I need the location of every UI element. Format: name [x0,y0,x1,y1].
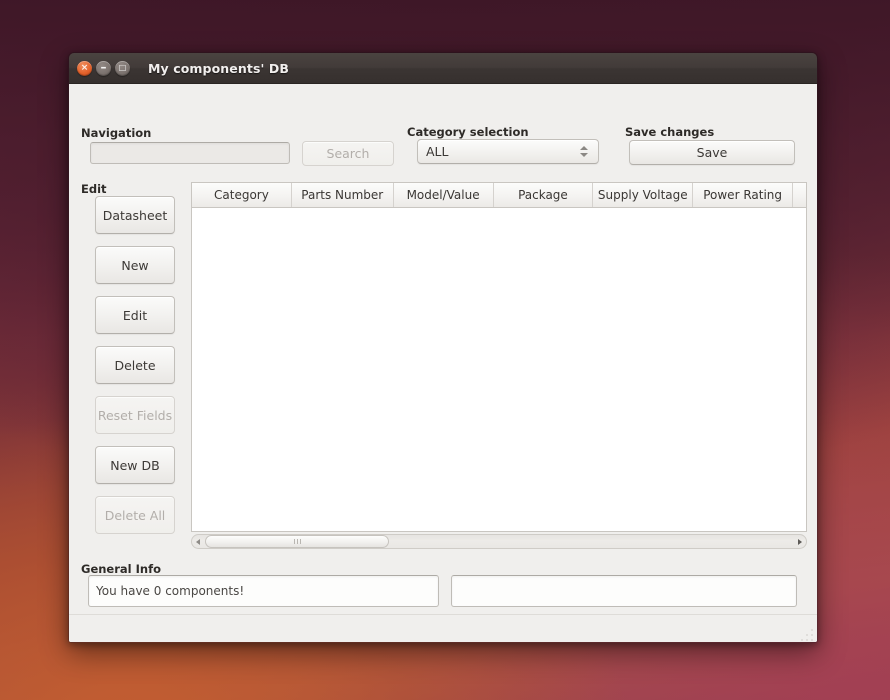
minimize-glyph: – [100,60,107,74]
table-column-header[interactable]: Power Rating [693,183,794,207]
table-column-header[interactable] [793,183,806,207]
status-bar [69,614,817,642]
resize-grip-icon[interactable] [797,627,813,641]
window-titlebar[interactable]: × – □ My components' DB [69,53,817,84]
category-select[interactable]: ALL [417,139,599,164]
search-button[interactable]: Search [302,141,394,166]
table-body[interactable] [192,208,806,531]
general-info-label: General Info [81,562,161,576]
reset-fields-button[interactable]: Reset Fields [95,396,175,434]
edit-button[interactable]: Edit [95,296,175,334]
components-table[interactable]: Category Parts Number Model/Value Package Su… [191,182,807,532]
edit-label: Edit [81,182,107,196]
window-content: Navigation Search Category selection ALL… [69,84,817,615]
navigation-label: Navigation [81,126,152,140]
window-body: Navigation Search Category selection ALL… [69,84,817,642]
category-select-value: ALL [426,144,449,159]
category-selection-label: Category selection [407,125,529,139]
general-info-field-left[interactable]: You have 0 components! [88,575,439,607]
close-icon[interactable]: × [77,60,92,76]
window-title: My components' DB [148,60,289,76]
table-column-header[interactable]: Supply Voltage [593,183,694,207]
chevron-updown-icon [578,146,590,157]
scroll-left-icon[interactable] [192,538,204,545]
maximize-glyph: □ [118,63,127,72]
close-glyph: × [80,62,89,73]
application-window: × – □ My components' DB Navigation Searc… [68,52,818,643]
maximize-icon[interactable]: □ [115,60,130,76]
new-db-button[interactable]: New DB [95,446,175,484]
general-info-field-right[interactable] [451,575,797,607]
new-button[interactable]: New [95,246,175,284]
table-column-header[interactable]: Parts Number [292,183,394,207]
delete-all-button[interactable]: Delete All [95,496,175,534]
save-button[interactable]: Save [629,140,795,165]
delete-button[interactable]: Delete [95,346,175,384]
search-input[interactable] [90,142,290,164]
save-changes-label: Save changes [625,125,715,139]
table-column-header[interactable]: Model/Value [394,183,494,207]
table-column-header[interactable]: Package [494,183,594,207]
table-column-header[interactable]: Category [192,183,292,207]
datasheet-button[interactable]: Datasheet [95,196,175,234]
scrollbar-thumb[interactable] [205,535,389,548]
scroll-right-icon[interactable] [794,538,806,545]
table-header-row: Category Parts Number Model/Value Package Su… [192,183,806,208]
horizontal-scrollbar[interactable] [191,534,807,549]
minimize-icon[interactable]: – [96,60,111,76]
